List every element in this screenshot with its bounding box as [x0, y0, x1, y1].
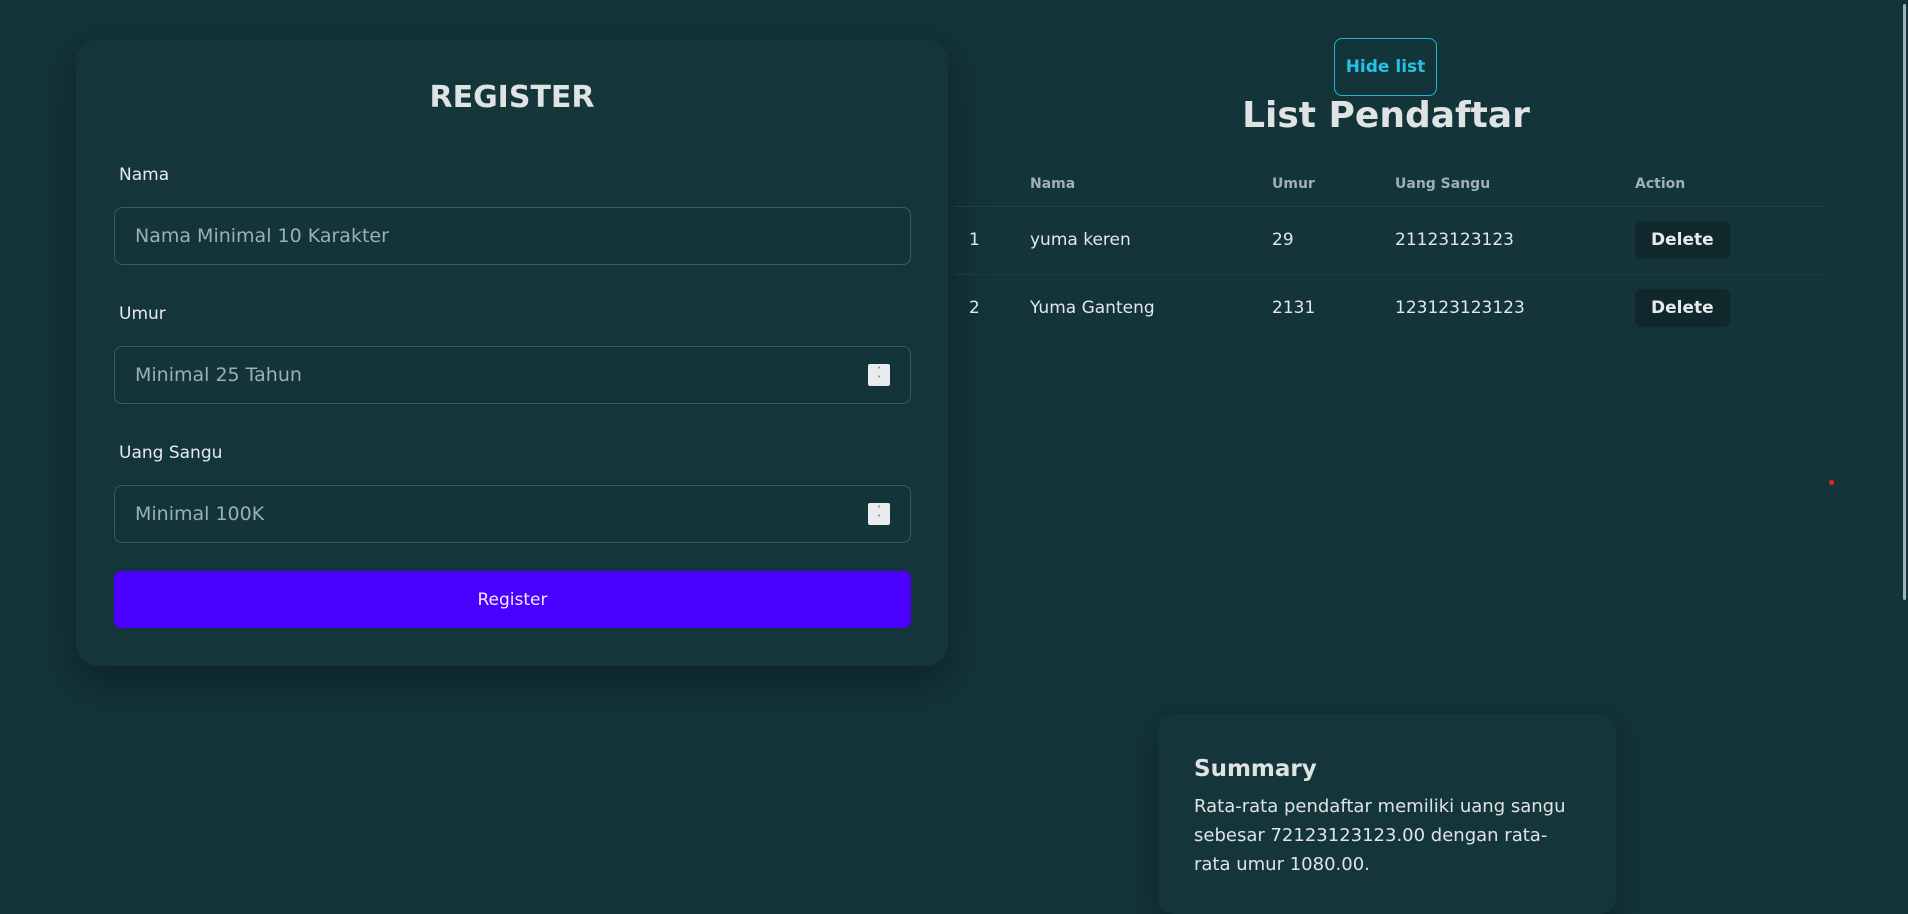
chevron-down-icon: ˅: [877, 375, 881, 384]
row-uang-sangu: 21123123123: [1395, 206, 1635, 275]
summary-card: Summary Rata-rata pendaftar memiliki uan…: [1158, 714, 1616, 914]
hide-list-button[interactable]: Hide list: [1334, 38, 1437, 96]
row-nama: yuma keren: [1030, 206, 1272, 275]
row-umur: 29: [1272, 206, 1395, 275]
nama-input[interactable]: [115, 208, 910, 264]
delete-button[interactable]: Delete: [1635, 289, 1730, 328]
nama-label: Nama: [119, 165, 170, 185]
summary-title: Summary: [1194, 756, 1317, 782]
row-number: 1: [954, 206, 1030, 275]
chevron-up-icon: ˄: [877, 366, 881, 375]
umur-input[interactable]: [115, 347, 910, 403]
umur-spinner[interactable]: ˄ ˅: [868, 364, 890, 386]
chevron-up-icon: ˄: [877, 505, 881, 514]
register-title: REGISTER: [429, 80, 595, 115]
uang-sangu-label: Uang Sangu: [119, 443, 223, 463]
table-row: 2 Yuma Ganteng 2131 123123123123 Delete: [954, 274, 1824, 342]
uang-sangu-input[interactable]: [115, 486, 910, 542]
column-header-umur: Umur: [1272, 162, 1395, 207]
register-button[interactable]: Register: [114, 571, 911, 628]
scrollbar-thumb[interactable]: [1903, 4, 1906, 600]
uang-sangu-spinner[interactable]: ˄ ˅: [868, 503, 890, 525]
row-action: Delete: [1635, 274, 1824, 342]
red-dot-marker: [1829, 480, 1834, 485]
column-header-uang-sangu: Uang Sangu: [1395, 162, 1635, 207]
summary-text: Rata-rata pendaftar memiliki uang sangu …: [1194, 796, 1566, 875]
pendaftar-table: Nama Umur Uang Sangu Action 1 yuma keren…: [954, 162, 1824, 342]
page-scrollbar[interactable]: [1900, 0, 1908, 897]
umur-label: Umur: [119, 304, 166, 324]
column-header-no: [954, 162, 1030, 207]
umur-field-box: ˄ ˅: [114, 346, 911, 404]
column-header-nama: Nama: [1030, 162, 1272, 207]
table-header-row: Nama Umur Uang Sangu Action: [954, 162, 1824, 207]
delete-button[interactable]: Delete: [1635, 221, 1730, 259]
chevron-down-icon: ˅: [877, 514, 881, 523]
row-uang-sangu: 123123123123: [1395, 298, 1525, 319]
table-row: 1 yuma keren 29 21123123123 Delete: [954, 206, 1824, 275]
row-umur: 2131: [1272, 298, 1316, 319]
uang-sangu-field-box: ˄ ˅: [114, 485, 911, 543]
column-header-action: Action: [1635, 162, 1824, 207]
nama-field-box: [114, 207, 911, 265]
row-action: Delete: [1635, 206, 1824, 275]
list-title: List Pendaftar: [1242, 95, 1530, 136]
register-card: REGISTER Nama Umur ˄ ˅ Uang Sangu ˄ ˅ Re…: [76, 40, 948, 666]
row-number: 2: [969, 298, 980, 319]
row-nama: Yuma Ganteng: [1030, 298, 1155, 319]
